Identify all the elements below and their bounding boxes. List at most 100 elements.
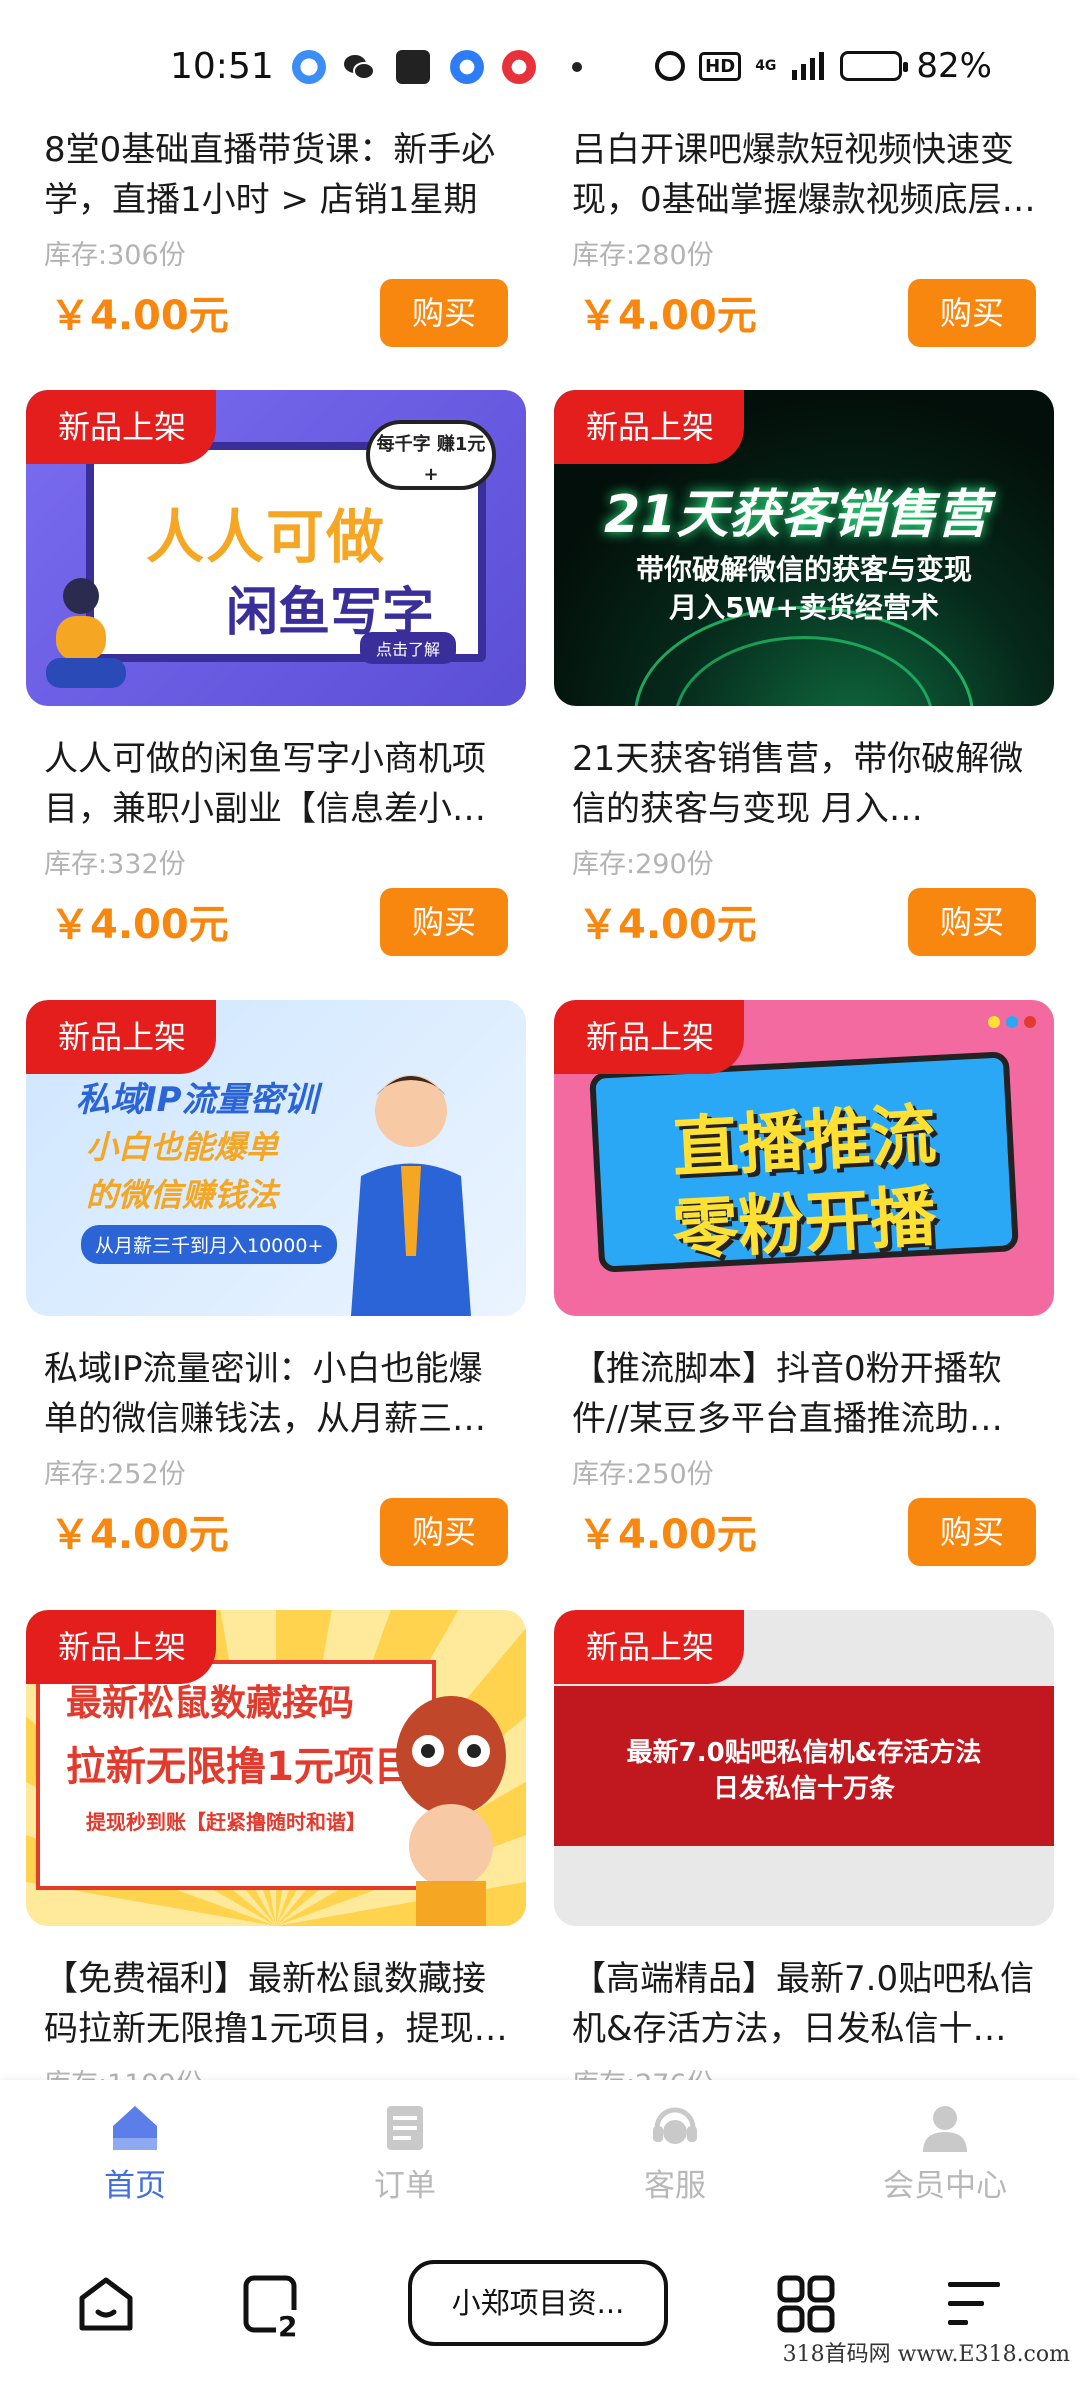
product-card[interactable]: 新品上架 直播推流 零粉开播 【推流脚本】抖音0粉开播软件//某豆多平台直播推流… xyxy=(554,1000,1054,1568)
product-price: ￥4.00元 xyxy=(50,293,229,339)
product-card[interactable]: 吕白开课吧爆款短视频快速变现，0基础掌握爆款视频底层… 库存:280份 ￥4.0… xyxy=(554,125,1054,349)
svg-text:2: 2 xyxy=(278,2310,297,2338)
buy-button[interactable]: 购买 xyxy=(908,279,1036,347)
home-face-icon[interactable] xyxy=(76,2274,136,2334)
new-arrival-badge: 新品上架 xyxy=(26,1000,217,1074)
thumbnail-headline: 21天获客销售营 xyxy=(604,485,989,545)
buy-button[interactable]: 购买 xyxy=(380,888,508,956)
wechat-icon xyxy=(342,50,376,84)
current-app-pill[interactable]: 小郑项目资... xyxy=(408,2260,668,2346)
status-bar: 10:51 HD 4G 82% xyxy=(0,0,1080,125)
clock: 10:51 xyxy=(170,46,274,87)
product-card[interactable]: 8堂0基础直播带货课：新手必学，直播1小时 > 店销1星期 库存:306份 ￥4… xyxy=(26,125,526,349)
thumbnail-subheadline: 拉新无限撸1元项目 xyxy=(66,1744,414,1790)
buy-button[interactable]: 购买 xyxy=(908,1498,1036,1566)
product-title: 私域IP流量密训：小白也能爆单的微信赚钱法，从月薪三… xyxy=(44,1349,486,1439)
thumbnail-cloud-text: 每千字 赚1元+ xyxy=(366,420,496,490)
alarm-icon xyxy=(655,51,686,81)
product-price: ￥4.00元 xyxy=(50,1512,229,1558)
app-icon xyxy=(502,50,536,84)
status-icons: HD 4G 82% xyxy=(655,46,992,86)
product-stock: 库存:290份 xyxy=(572,849,714,880)
product-card[interactable]: 新品上架 最新松鼠数藏接码 拉新无限撸1元项目 提现秒到账【赶紧撸随时和谐】 【… xyxy=(26,1610,526,2080)
hd-icon: HD xyxy=(699,51,742,81)
new-arrival-badge: 新品上架 xyxy=(26,390,217,464)
owl-mascot-illustration xyxy=(396,1696,506,1926)
product-card[interactable]: 新品上架 人人可做 闲鱼写字 每千字 赚1元+ 点击了解 人人可做的闲鱼写字小商… xyxy=(26,390,526,958)
new-arrival-badge: 新品上架 xyxy=(26,1610,217,1684)
product-price: ￥4.00元 xyxy=(50,902,229,948)
thumbnail-subheadline: 带你破解微信的获客与变现 xyxy=(635,553,972,586)
buy-button[interactable]: 购买 xyxy=(380,279,508,347)
window-dots xyxy=(988,1016,1036,1028)
thumbnail-caption: 提现秒到账【赶紧撸随时和谐】 xyxy=(86,1810,366,1834)
product-thumbnail[interactable]: 新品上架 21天获客销售营 带你破解微信的获客与变现 月入5W+卖货经营术 xyxy=(554,390,1054,706)
tab-label: 客服 xyxy=(644,2168,706,2204)
tab-home[interactable]: 首页 xyxy=(0,2080,270,2210)
product-stock: 库存:252份 xyxy=(44,1459,186,1490)
qq-browser-icon xyxy=(292,50,326,84)
more-notifications-dot xyxy=(572,62,582,72)
product-price: ￥4.00元 xyxy=(578,293,757,339)
thumbnail-subheadline: 的微信赚钱法 xyxy=(86,1176,279,1214)
product-title: 人人可做的闲鱼写字小商机项目，兼职小副业【信息差小… xyxy=(44,739,486,829)
thumbnail-pill-text: 从月薪三千到月入10000+ xyxy=(81,1225,338,1264)
product-title: 8堂0基础直播带货课：新手必学，直播1小时 > 店销1星期 xyxy=(44,130,496,220)
app-icon xyxy=(450,50,484,84)
tab-label: 订单 xyxy=(374,2168,436,2204)
product-card[interactable]: 新品上架 最新7.0贴吧私信机&存活方法 日发私信十万条 【高端精品】最新7.0… xyxy=(554,1610,1054,2080)
buy-button[interactable]: 购买 xyxy=(380,1498,508,1566)
watermark: 318首码网 www.E318.com xyxy=(782,2342,1070,2367)
system-navigation-bar: 2 小郑项目资... 318首码网 www.E318.com xyxy=(0,2210,1080,2370)
thumbnail-subheadline: 日发私信十万条 xyxy=(712,1774,895,1804)
person-illustration xyxy=(46,578,126,688)
product-card[interactable]: 新品上架 私域IP流量密训 小白也能爆单 的微信赚钱法 从月薪三千到月入1000… xyxy=(26,1000,526,1568)
businessman-illustration xyxy=(351,1075,471,1316)
signal-icon xyxy=(792,52,825,80)
product-thumbnail[interactable]: 新品上架 私域IP流量密训 小白也能爆单 的微信赚钱法 从月薪三千到月入1000… xyxy=(26,1000,526,1316)
network-type: 4G xyxy=(755,58,777,74)
tab-member-center[interactable]: 会员中心 xyxy=(810,2080,1080,2210)
thumbnail-subheadline: 月入5W+卖货经营术 xyxy=(669,591,939,624)
battery-percent: 82% xyxy=(916,46,992,86)
product-title: 吕白开课吧爆款短视频快速变现，0基础掌握爆款视频底层… xyxy=(572,130,1036,220)
buy-button[interactable]: 购买 xyxy=(908,888,1036,956)
kuaishou-icon xyxy=(396,50,430,84)
thumbnail-headline: 最新7.0贴吧私信机&存活方法 xyxy=(626,1738,982,1768)
battery-icon xyxy=(840,51,909,81)
order-icon xyxy=(387,2106,423,2150)
thumbnail-headline: 人人可做 xyxy=(146,503,387,571)
bottom-tab-bar: 首页 订单 客服 会员中心 xyxy=(0,2080,1080,2210)
product-stock: 库存:306份 xyxy=(44,240,186,271)
new-arrival-badge: 新品上架 xyxy=(554,1610,745,1684)
home-icon xyxy=(113,2106,157,2150)
product-thumbnail[interactable]: 新品上架 直播推流 零粉开播 xyxy=(554,1000,1054,1316)
customer-service-icon xyxy=(653,2107,697,2144)
product-price: ￥4.00元 xyxy=(578,1512,757,1558)
new-arrival-badge: 新品上架 xyxy=(554,390,745,464)
product-stock: 库存:276份 xyxy=(554,2062,1054,2080)
thumbnail-subheadline: 小白也能爆单 xyxy=(86,1128,279,1166)
new-arrival-badge: 新品上架 xyxy=(554,1000,745,1074)
tab-label: 会员中心 xyxy=(883,2168,1007,2204)
product-stock: 库存:1199份 xyxy=(26,2062,526,2080)
thumbnail-button-text: 点击了解 xyxy=(359,632,456,664)
product-stock: 库存:280份 xyxy=(572,240,714,271)
product-title: 21天获客销售营，带你破解微信的获客与变现 月入5W+卖… xyxy=(572,739,1024,829)
app-grid-icon[interactable] xyxy=(776,2274,836,2334)
product-stock: 库存:250份 xyxy=(572,1459,714,1490)
tab-customer-service[interactable]: 客服 xyxy=(540,2080,810,2210)
product-thumbnail[interactable]: 新品上架 最新7.0贴吧私信机&存活方法 日发私信十万条 xyxy=(554,1610,1054,1926)
product-thumbnail[interactable]: 新品上架 人人可做 闲鱼写字 每千字 赚1元+ 点击了解 xyxy=(26,390,526,706)
product-thumbnail[interactable]: 新品上架 最新松鼠数藏接码 拉新无限撸1元项目 提现秒到账【赶紧撸随时和谐】 xyxy=(26,1610,526,1926)
menu-icon[interactable] xyxy=(944,2278,1004,2330)
thumbnail-headline: 私域IP流量密训 xyxy=(76,1080,318,1120)
product-card[interactable]: 新品上架 21天获客销售营 带你破解微信的获客与变现 月入5W+卖货经营术 21… xyxy=(554,390,1054,958)
product-stock: 库存:332份 xyxy=(44,849,186,880)
product-title: 【高端精品】最新7.0贴吧私信机&存活方法，日发私信十万… xyxy=(572,1959,1035,2049)
product-grid: 8堂0基础直播带货课：新手必学，直播1小时 > 店销1星期 库存:306份 ￥4… xyxy=(0,125,1080,2080)
product-price: ￥4.00元 xyxy=(578,902,757,948)
recent-apps-icon[interactable]: 2 xyxy=(242,2274,306,2338)
tab-orders[interactable]: 订单 xyxy=(270,2080,540,2210)
tab-label: 首页 xyxy=(104,2168,166,2204)
